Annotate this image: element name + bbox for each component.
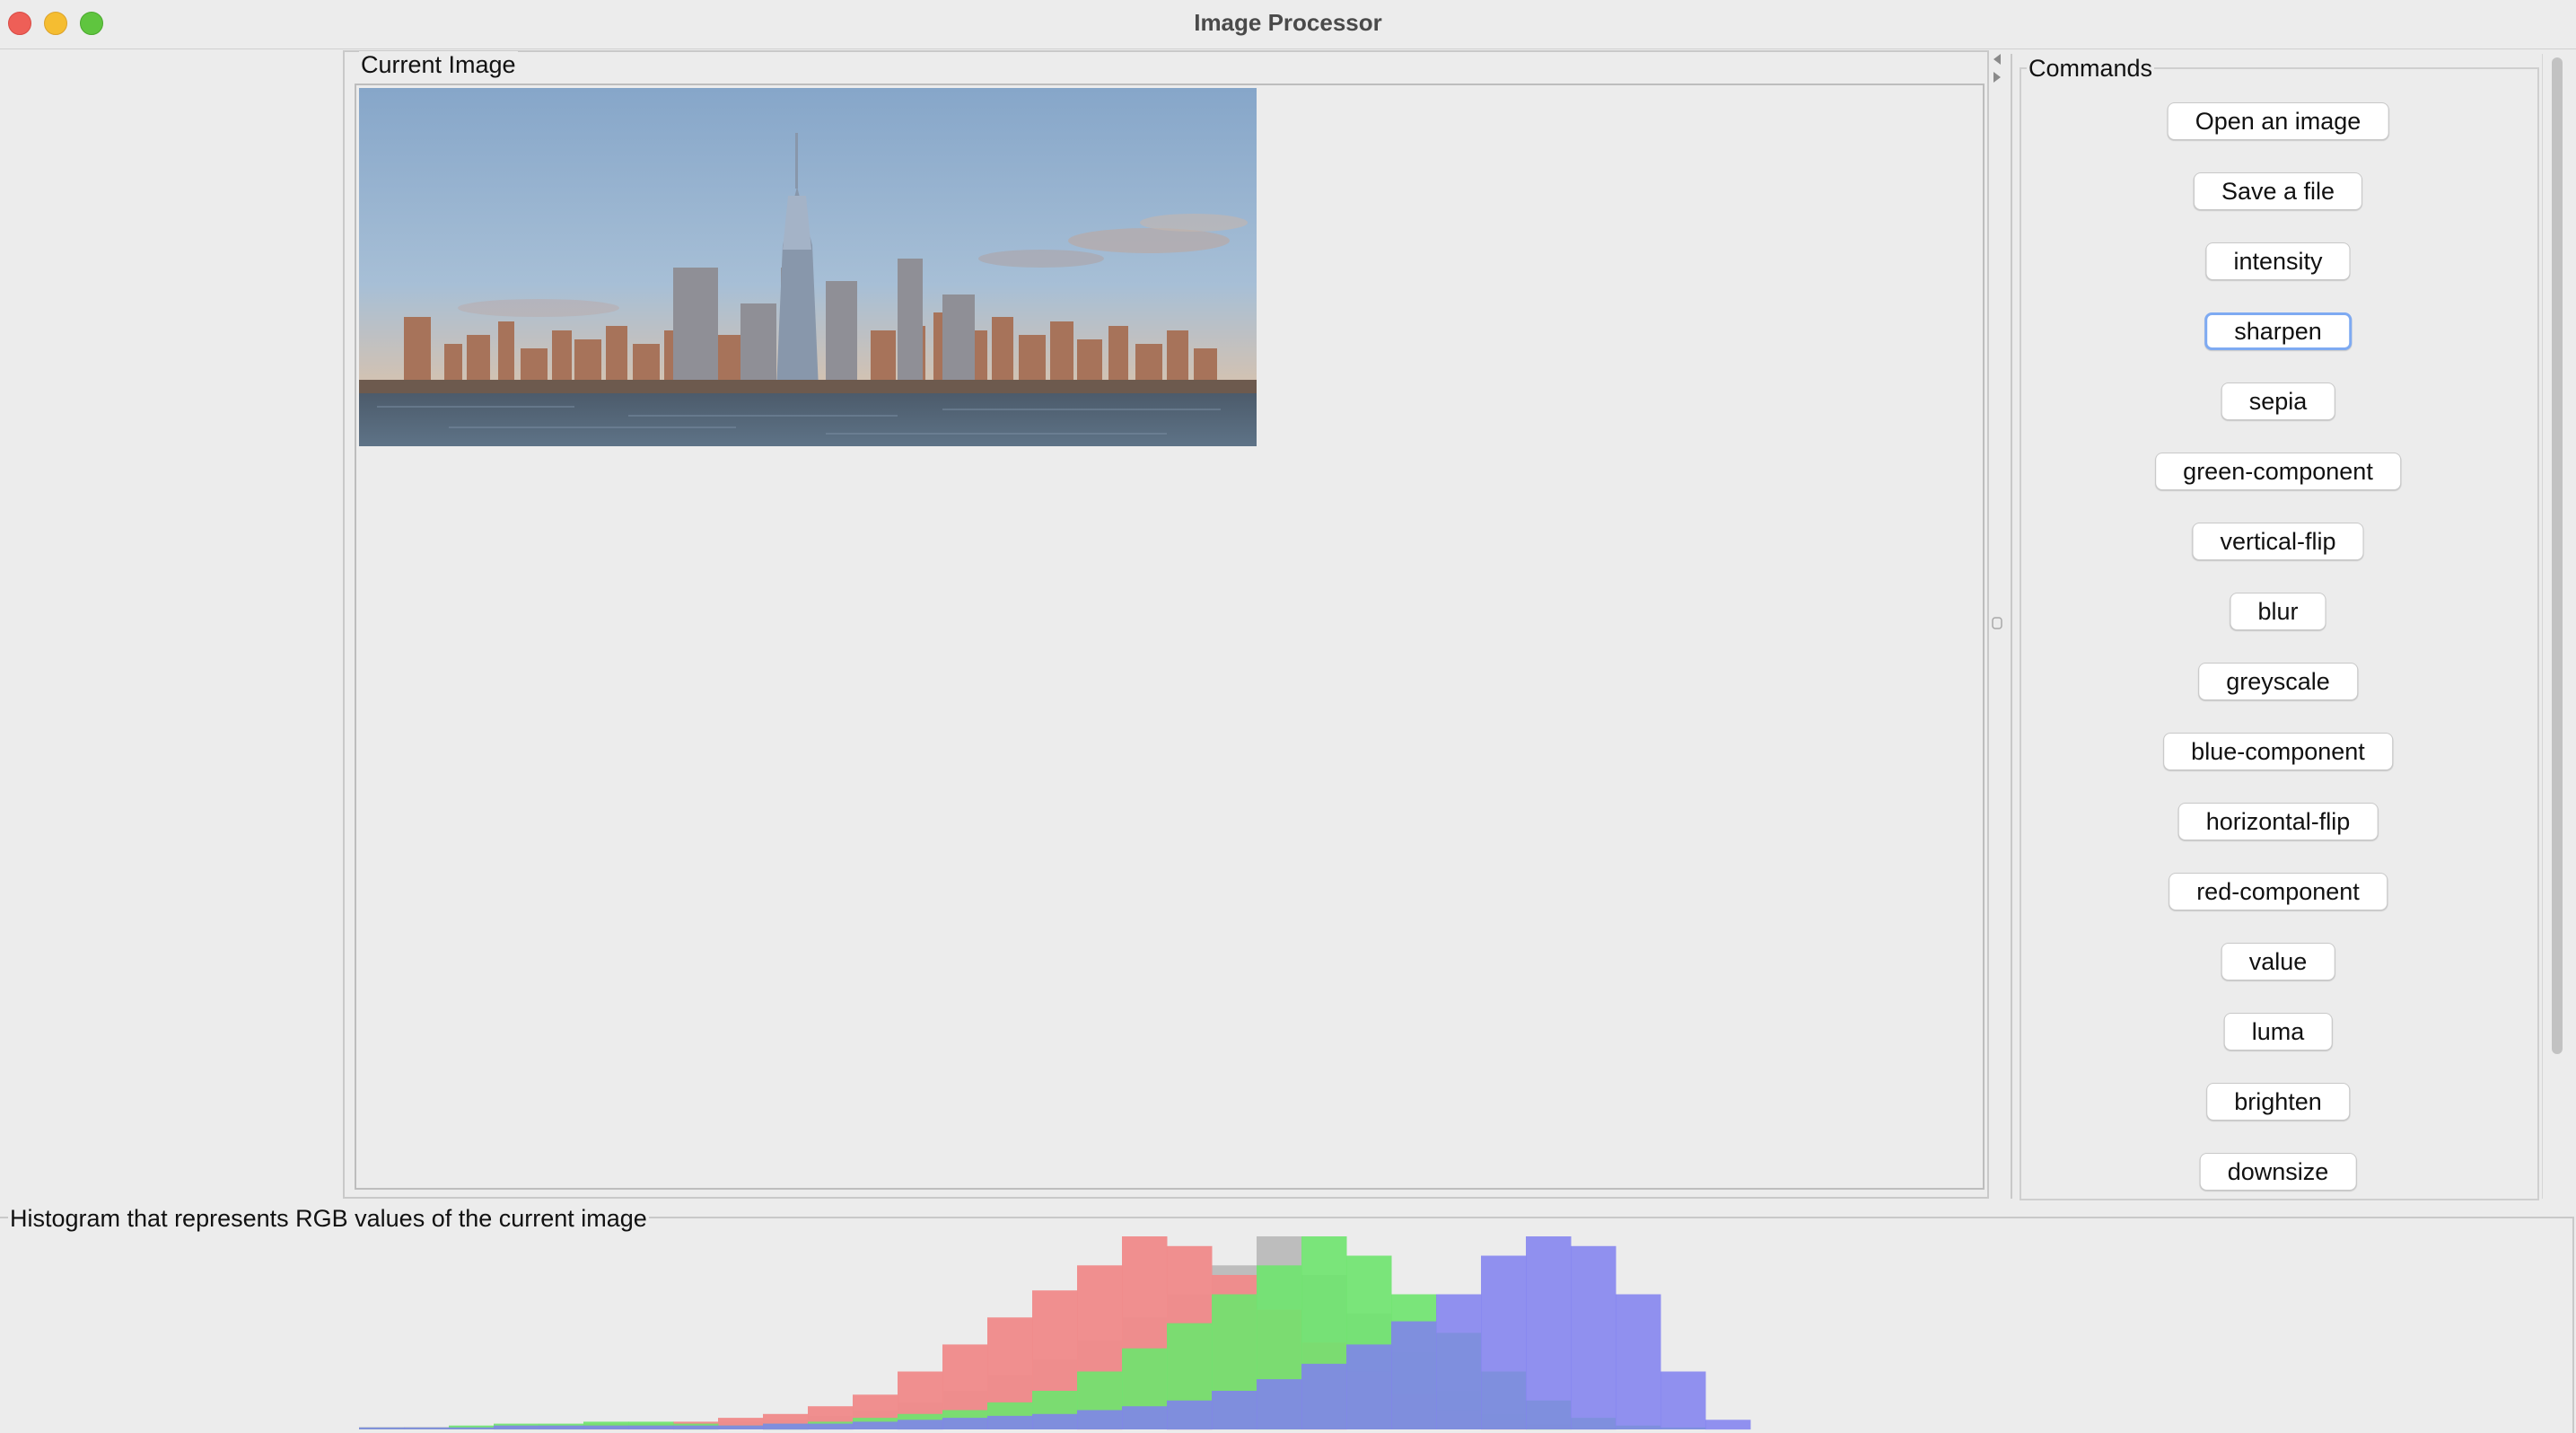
histogram-bar [1391,1321,1437,1429]
panel-splitter[interactable] [1988,50,2006,1198]
current-image-label: Current Image [359,51,518,79]
command-button-red-component[interactable]: red-component [2169,873,2388,910]
window-title: Image Processor [1194,9,1382,36]
command-button-sharpen[interactable]: sharpen [2204,312,2352,350]
command-button-horizontal-flip[interactable]: horizontal-flip [2177,803,2379,840]
histogram-bar [942,1418,988,1429]
histogram-bar [898,1420,943,1430]
current-image [359,88,1257,446]
histogram-bar [1481,1255,1527,1429]
histogram-bar [494,1425,539,1429]
histogram-bar [1032,1413,1078,1429]
histogram-bar [1346,1344,1392,1429]
histogram-bar [1167,1400,1213,1430]
histogram-bar [987,1415,1033,1429]
histogram-bar [1705,1420,1751,1430]
rgb-histogram-chart [359,1236,1751,1430]
histogram-bar [539,1425,584,1429]
splitter-grip-icon[interactable] [1992,617,2002,629]
histogram-bar [808,1423,854,1430]
histogram-bar [1257,1379,1302,1429]
histogram-bar [1526,1236,1572,1429]
histogram-bar [583,1425,629,1429]
command-button-blur[interactable]: blur [2230,593,2326,630]
command-button-blue-component[interactable]: blue-component [2163,733,2393,770]
command-button-sepia[interactable]: sepia [2221,382,2335,420]
title-bar: Image Processor [0,0,2576,49]
histogram-bar [853,1421,898,1429]
commands-label: Commands [2027,55,2155,83]
histogram-bar [449,1427,495,1429]
histogram-bar [1301,1363,1347,1429]
command-button-brighten[interactable]: brighten [2206,1083,2350,1121]
histogram-bar [763,1423,809,1430]
collapse-left-icon[interactable] [1993,54,2001,65]
histogram-bar [673,1425,719,1429]
command-button-save-a-file[interactable]: Save a file [2193,172,2363,210]
command-button-vertical-flip[interactable]: vertical-flip [2192,523,2364,560]
histogram-bar [1571,1245,1617,1430]
command-button-open-an-image[interactable]: Open an image [2167,102,2389,140]
command-button-downsize[interactable]: downsize [2199,1153,2357,1191]
histogram-bar [718,1425,764,1429]
histogram-bar [404,1427,450,1429]
commands-scrollbar-thumb[interactable] [2552,57,2563,1054]
histogram-bar [1077,1410,1123,1429]
histogram-bar [359,1427,405,1429]
histogram-bar [628,1425,674,1429]
histogram-bar [1660,1371,1706,1429]
histogram-bar [1122,1406,1168,1429]
command-button-luma[interactable]: luma [2223,1013,2333,1051]
histogram-bar [1616,1294,1661,1429]
expand-right-icon[interactable] [1993,72,2001,83]
command-button-greyscale[interactable]: greyscale [2198,663,2358,700]
histogram-bar [1436,1294,1482,1429]
histogram-bar [1212,1391,1257,1429]
command-button-value[interactable]: value [2221,943,2335,980]
command-button-intensity[interactable]: intensity [2205,242,2351,280]
command-button-green-component[interactable]: green-component [2155,453,2401,490]
